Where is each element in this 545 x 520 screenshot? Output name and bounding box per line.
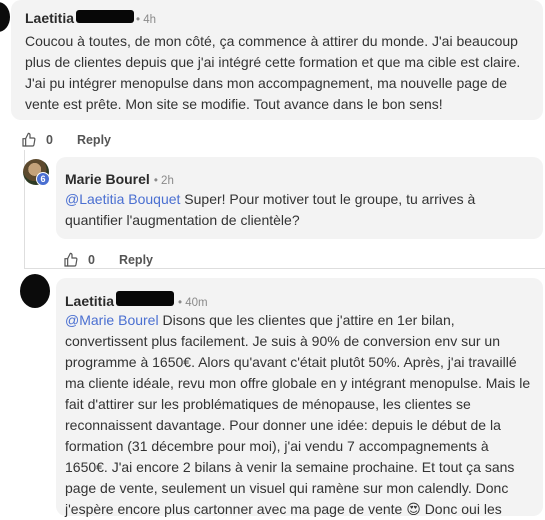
- comment-header: Marie Bourel • 2h: [65, 171, 174, 187]
- comment-text-body: Disons que les clientes que j'attire en …: [65, 312, 531, 517]
- comment-card: Laetitia • 40m @Marie Bourel Disons que …: [56, 278, 543, 517]
- thumbs-up-icon[interactable]: [63, 252, 79, 268]
- like-count: 0: [88, 253, 95, 267]
- comment-actions: 0 Reply: [21, 132, 111, 148]
- reply-button[interactable]: Reply: [119, 253, 153, 267]
- mention-link[interactable]: @Marie Bourel: [65, 312, 159, 328]
- timestamp-value: 4h: [143, 14, 157, 26]
- thumbs-up-icon[interactable]: [21, 132, 37, 148]
- comment-actions: 0 Reply: [63, 252, 153, 268]
- thread-divider: [24, 268, 545, 269]
- comment-card: Laetitia • 4h Coucou à toutes, de mon cô…: [11, 0, 543, 120]
- like-count: 0: [46, 133, 53, 147]
- redacted-name: [116, 291, 175, 306]
- timestamp: • 40m: [178, 297, 208, 309]
- timestamp-value: 40m: [185, 297, 208, 309]
- timestamp: • 2h: [153, 175, 174, 187]
- timestamp: • 4h: [136, 14, 157, 26]
- redacted-name: [76, 10, 135, 23]
- comment-text: @Marie Bourel Disons que les clientes qu…: [65, 310, 535, 520]
- comment-card: Marie Bourel • 2h @Laetitia Bouquet Supe…: [56, 157, 543, 239]
- mention-link[interactable]: @Laetitia Bouquet: [65, 191, 180, 207]
- avatar[interactable]: [20, 274, 50, 308]
- comment-text: Coucou à toutes, de mon côté, ça commenc…: [25, 33, 521, 112]
- comment-header: Laetitia • 4h: [25, 10, 156, 26]
- author-name[interactable]: Laetitia: [25, 10, 74, 26]
- reply-button[interactable]: Reply: [77, 133, 111, 147]
- timestamp-value: 2h: [161, 175, 174, 187]
- author-name[interactable]: Laetitia: [65, 293, 114, 309]
- comment-text: @Laetitia Bouquet Super! Pour motiver to…: [65, 189, 525, 231]
- author-name[interactable]: Marie Bourel: [65, 171, 150, 187]
- level-badge: 6: [36, 172, 50, 186]
- comment-header: Laetitia • 40m: [65, 291, 208, 309]
- avatar[interactable]: [0, 2, 10, 32]
